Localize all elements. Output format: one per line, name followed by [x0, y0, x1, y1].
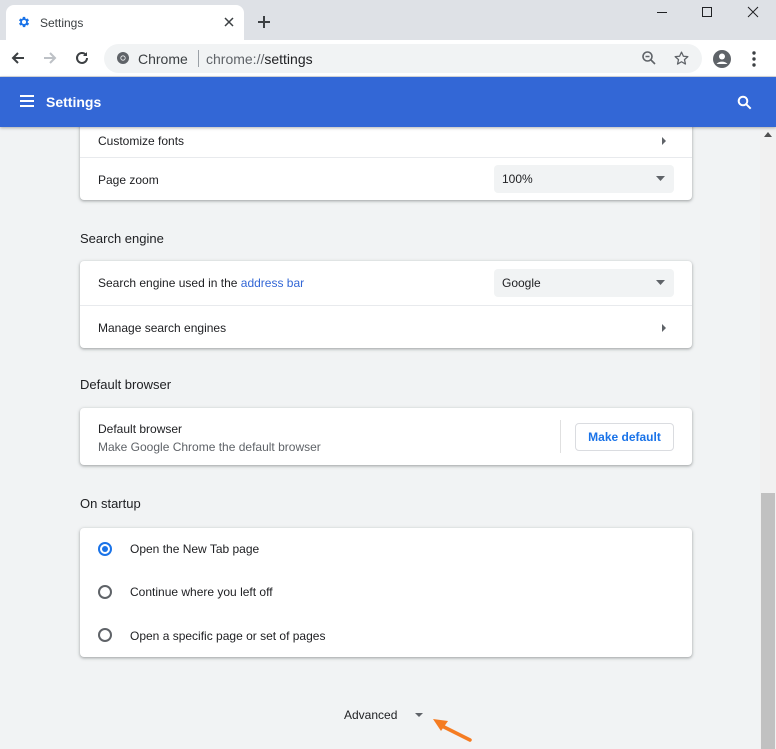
search-engine-card: Search engine used in the address bar Go…	[80, 261, 692, 348]
chrome-icon	[117, 52, 129, 64]
radio-unselected[interactable]	[98, 585, 112, 599]
startup-option-new-tab[interactable]: Open the New Tab page	[80, 528, 692, 571]
on-startup-heading: On startup	[80, 496, 141, 511]
customize-fonts-label: Customize fonts	[98, 134, 185, 148]
on-startup-card: Open the New Tab page Continue where you…	[80, 528, 692, 657]
maximize-icon[interactable]	[699, 4, 715, 20]
default-browser-sublabel: Make Google Chrome the default browser	[98, 440, 321, 454]
page-zoom-select[interactable]: 100%	[494, 165, 674, 193]
startup-option-specific-pages[interactable]: Open a specific page or set of pages	[80, 614, 692, 657]
radio-unselected[interactable]	[98, 628, 112, 642]
page-zoom-row: Page zoom 100%	[80, 157, 692, 200]
radio-selected[interactable]	[98, 542, 112, 556]
forward-icon[interactable]	[41, 49, 59, 67]
omnibox-divider	[198, 50, 199, 67]
url-scheme: chrome://	[206, 51, 265, 67]
manage-search-engines-row[interactable]: Manage search engines	[80, 305, 692, 348]
search-engine-row: Search engine used in the address bar Go…	[80, 261, 692, 305]
tab-title: Settings	[40, 16, 84, 30]
url-host: settings	[264, 51, 313, 67]
divider	[560, 420, 561, 453]
tab-settings[interactable]: Settings	[6, 5, 244, 40]
default-browser-label: Default browser	[98, 422, 183, 436]
reload-icon[interactable]	[73, 49, 91, 67]
customize-fonts-row[interactable]: Customize fonts	[80, 127, 692, 157]
search-engine-label-text: Search engine used in the	[98, 276, 241, 290]
chevron-right-icon	[662, 137, 666, 145]
page-zoom-label: Page zoom	[98, 173, 159, 187]
window-close-icon[interactable]	[745, 4, 761, 20]
chevron-right-icon	[662, 324, 666, 332]
scroll-up-icon[interactable]	[764, 131, 772, 137]
search-engine-label: Search engine used in the address bar	[98, 276, 304, 290]
account-icon[interactable]	[712, 49, 732, 69]
close-icon[interactable]	[222, 15, 236, 29]
dropdown-caret-icon[interactable]	[415, 713, 423, 717]
search-icon[interactable]	[737, 95, 752, 110]
manage-search-engines-label: Manage search engines	[98, 321, 227, 335]
startup-option-label: Continue where you left off	[130, 585, 273, 599]
dropdown-caret-icon	[656, 176, 665, 181]
settings-content: Customize fonts Page zoom 100% Search en…	[0, 127, 760, 749]
advanced-toggle[interactable]: Advanced	[344, 708, 397, 722]
page-title: Settings	[46, 94, 102, 110]
tab-strip: Settings	[0, 0, 776, 40]
make-default-button[interactable]: Make default	[575, 423, 674, 451]
back-icon[interactable]	[9, 49, 27, 67]
annotation-arrow-icon	[433, 719, 472, 742]
dropdown-caret-icon	[656, 280, 665, 285]
scrollbar-thumb[interactable]	[761, 493, 775, 749]
search-engine-select[interactable]: Google	[494, 269, 674, 297]
browser-toolbar: Chrome chrome://settings	[0, 40, 776, 77]
startup-option-label: Open the New Tab page	[130, 542, 260, 556]
scrollbar[interactable]	[760, 127, 776, 749]
omnibox[interactable]: Chrome chrome://settings	[104, 44, 702, 73]
page-zoom-value: 100%	[502, 172, 533, 186]
settings-header: Settings	[0, 77, 776, 127]
appearance-card: Customize fonts Page zoom 100%	[80, 127, 692, 200]
url-text: chrome://settings	[206, 51, 313, 67]
startup-option-label: Open a specific page or set of pages	[130, 629, 326, 643]
default-browser-card: Default browser Make Google Chrome the d…	[80, 408, 692, 465]
zoom-icon[interactable]	[641, 50, 657, 66]
omnibox-chip: Chrome	[138, 51, 188, 67]
search-engine-value: Google	[502, 276, 541, 290]
gear-icon	[18, 16, 30, 28]
startup-option-continue[interactable]: Continue where you left off	[80, 571, 692, 614]
more-menu-icon[interactable]	[748, 50, 760, 68]
hamburger-menu-icon[interactable]	[19, 94, 35, 108]
minimize-icon[interactable]	[654, 4, 670, 20]
address-bar-link[interactable]: address bar	[241, 276, 304, 290]
default-browser-heading: Default browser	[80, 377, 172, 392]
star-icon[interactable]	[673, 50, 690, 67]
search-engine-heading: Search engine	[80, 231, 164, 246]
new-tab-icon[interactable]	[256, 14, 272, 30]
